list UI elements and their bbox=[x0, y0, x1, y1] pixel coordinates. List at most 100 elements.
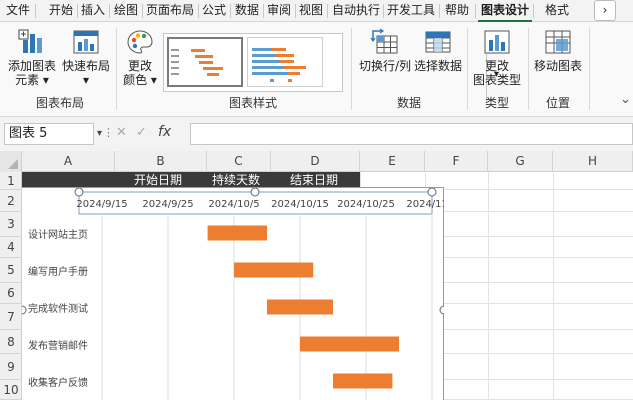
cancel-icon[interactable]: ✕ bbox=[116, 125, 127, 140]
chart-style-thumbnail-2[interactable] bbox=[247, 37, 323, 87]
tab-scroll-right-button[interactable]: › bbox=[594, 0, 616, 21]
move-chart-label: 移动图表 bbox=[533, 59, 582, 73]
column-header[interactable]: G bbox=[488, 151, 553, 172]
group-divider bbox=[528, 28, 529, 110]
row-header[interactable]: 1 bbox=[0, 172, 22, 190]
category-label: 设计网站主页 bbox=[28, 228, 88, 241]
tab-separator bbox=[230, 4, 231, 18]
row-header[interactable]: 2 bbox=[0, 190, 22, 212]
gantt-bar bbox=[300, 336, 399, 352]
move-chart-icon bbox=[545, 30, 571, 54]
tab-separator bbox=[475, 4, 476, 18]
change-colors-button[interactable]: 更改 颜色 ▾ bbox=[120, 28, 160, 87]
change-chart-type-label: 更改 图表类型 bbox=[472, 59, 521, 87]
quick-layout-icon bbox=[73, 30, 99, 54]
collapse-ribbon-button[interactable]: ⌄ bbox=[620, 92, 631, 107]
ribbon-tab[interactable]: 视图 bbox=[296, 0, 326, 22]
ribbon-tab[interactable]: 绘图 bbox=[111, 0, 141, 22]
cell-c1-duration[interactable]: 持续天数 bbox=[212, 172, 260, 188]
move-chart-button[interactable]: 移动图表 bbox=[532, 28, 584, 73]
row-header[interactable]: 10 bbox=[0, 380, 22, 400]
row-header[interactable]: 9 bbox=[0, 354, 22, 380]
row-header[interactable]: 5 bbox=[0, 258, 22, 283]
ribbon-tab[interactable]: 数据 bbox=[232, 0, 262, 22]
chart-style-1-preview bbox=[171, 43, 235, 79]
ribbon-tab[interactable]: 插入 bbox=[78, 0, 108, 22]
excel-window: 文件 开始 插入 绘图 页面布局 公式 数据 审阅 视图 自动执行 开发工具 帮助 图表设计 格式 › 添… bbox=[0, 0, 633, 400]
resize-handle bbox=[250, 188, 260, 197]
chart-styles-gallery: ▾ bbox=[163, 33, 506, 103]
ribbon-tab[interactable]: 审阅 bbox=[264, 0, 294, 22]
x-tick-label: 2024/10/5 bbox=[208, 199, 259, 210]
select-data-button[interactable]: 选择数据 bbox=[414, 28, 462, 73]
select-data-label: 选择数据 bbox=[414, 59, 463, 73]
select-all-button[interactable] bbox=[0, 151, 22, 172]
cell-b1-start-date[interactable]: 开始日期 bbox=[134, 172, 182, 188]
x-tick-label: 2024/9/15 bbox=[76, 199, 127, 210]
quick-layout-button[interactable]: 快速布局 ▾ bbox=[62, 28, 110, 87]
gantt-bar bbox=[267, 299, 333, 315]
ribbon-tab[interactable]: 图表设计 bbox=[478, 0, 532, 22]
group-divider bbox=[467, 28, 468, 110]
row-header[interactable]: 4 bbox=[0, 237, 22, 258]
category-label: 编写用户手册 bbox=[28, 265, 88, 278]
tab-separator bbox=[35, 4, 36, 18]
name-box[interactable]: 图表 5 bbox=[4, 123, 94, 145]
chart-style-thumbnail-1[interactable] bbox=[167, 37, 243, 87]
group-label-location: 位置 bbox=[545, 96, 570, 110]
group-label-chart-layouts: 图表布局 bbox=[35, 96, 84, 110]
select-all-triangle-icon bbox=[8, 159, 18, 169]
ribbon-tab[interactable]: 自动执行 bbox=[330, 0, 382, 22]
switch-row-column-button[interactable]: 切换行/列 bbox=[356, 28, 414, 73]
ribbon-tab[interactable]: 页面布局 bbox=[143, 0, 197, 22]
ribbon-tab[interactable]: 帮助 bbox=[440, 0, 474, 22]
group-divider bbox=[116, 28, 117, 110]
row-header-bar: 1234567891011 bbox=[0, 172, 22, 400]
ribbon-tab[interactable]: 格式 bbox=[536, 0, 578, 22]
change-colors-label: 更改 颜色 ▾ bbox=[123, 59, 157, 87]
row-header[interactable]: 8 bbox=[0, 330, 22, 354]
change-chart-type-icon bbox=[484, 30, 510, 54]
category-label: 完成软件测试 bbox=[28, 302, 88, 315]
ribbon-tab-bar: 文件 开始 插入 绘图 页面布局 公式 数据 审阅 视图 自动执行 开发工具 帮助 图表设计 格式 bbox=[0, 0, 633, 22]
gantt-chart[interactable]: 2024/9/15 2024/9/25 2024/10/5 2024/10/15 202… bbox=[22, 187, 444, 400]
tab-separator bbox=[109, 4, 110, 18]
column-gridline bbox=[488, 172, 489, 400]
x-tick-label: 2024/11/4 bbox=[406, 199, 444, 210]
column-header[interactable]: B bbox=[115, 151, 207, 172]
column-header[interactable]: D bbox=[271, 151, 360, 172]
gantt-chart-plot: 2024/9/15 2024/9/25 2024/10/5 2024/10/15 202… bbox=[22, 188, 444, 400]
ribbon-tab[interactable]: 开发工具 bbox=[384, 0, 438, 22]
cell-grid[interactable]: 开始日期 持续天数 结束日期 2024/9/15 2024/9/25 2024/10… bbox=[22, 172, 633, 400]
header-row-band: 开始日期 持续天数 结束日期 bbox=[22, 172, 360, 188]
resize-handle bbox=[22, 305, 27, 315]
row-header[interactable]: 3 bbox=[0, 212, 22, 237]
resize-handle bbox=[427, 188, 437, 197]
column-header[interactable]: C bbox=[207, 151, 271, 172]
add-chart-element-button[interactable]: 添加图表 元素 ▾ bbox=[6, 28, 58, 87]
group-label-chart-styles: 图表样式 bbox=[228, 96, 277, 110]
enter-icon[interactable]: ✓ bbox=[136, 125, 147, 140]
column-header[interactable]: F bbox=[425, 151, 488, 172]
insert-function-button[interactable]: fx bbox=[158, 124, 171, 140]
group-label-data: 数据 bbox=[396, 96, 421, 110]
cell-d1-end-date[interactable]: 结束日期 bbox=[290, 172, 338, 188]
column-gridline bbox=[553, 172, 554, 400]
splitter-handle-icon[interactable]: ⋮ bbox=[103, 126, 114, 139]
ribbon-tab[interactable]: 公式 bbox=[199, 0, 229, 22]
column-header[interactable]: E bbox=[360, 151, 425, 172]
group-divider bbox=[351, 28, 352, 110]
x-tick-label: 2024/10/15 bbox=[271, 199, 329, 210]
formula-bar-row: 图表 5 ▾ ⋮ ✕ ✓ fx bbox=[0, 117, 633, 151]
ribbon-tab[interactable]: 开始 bbox=[46, 0, 76, 22]
ribbon-tab[interactable]: 文件 bbox=[2, 0, 34, 22]
row-header[interactable]: 6 bbox=[0, 283, 22, 304]
formula-input[interactable] bbox=[190, 123, 633, 145]
name-box-dropdown-icon[interactable]: ▾ bbox=[97, 128, 102, 139]
column-header[interactable]: A bbox=[22, 151, 115, 172]
category-label: 收集客户反馈 bbox=[28, 376, 88, 389]
change-chart-type-button[interactable]: 更改 图表类型 bbox=[471, 28, 523, 87]
select-data-icon bbox=[425, 31, 451, 53]
column-header[interactable]: H bbox=[553, 151, 633, 172]
row-header[interactable]: 7 bbox=[0, 304, 22, 330]
